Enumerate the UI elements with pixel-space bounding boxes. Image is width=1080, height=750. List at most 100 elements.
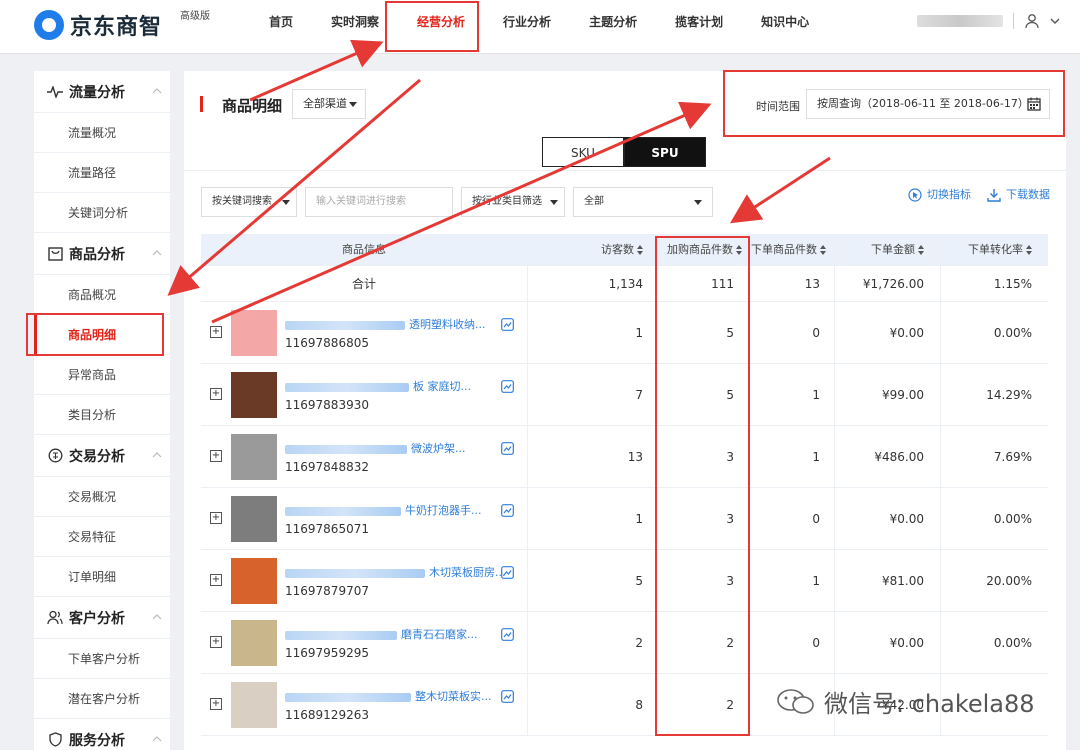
sort-icon[interactable] bbox=[1026, 245, 1032, 255]
expand-icon[interactable]: + bbox=[210, 698, 222, 710]
user-icon[interactable] bbox=[1024, 13, 1040, 29]
col-order-items[interactable]: 下单商品件数 bbox=[749, 234, 835, 265]
nav-customer-plan[interactable]: 揽客计划 bbox=[656, 0, 742, 44]
product-id: 11689129263 bbox=[285, 708, 369, 722]
trend-chart-icon[interactable] bbox=[501, 566, 514, 579]
annotation-box-cart-column bbox=[655, 236, 750, 736]
product-name-link[interactable]: 牛奶打泡器手... bbox=[285, 502, 482, 518]
visitors-cell: 2 bbox=[528, 612, 656, 673]
category-mode-select[interactable]: 按行业类目筛选 bbox=[461, 187, 565, 217]
spu-tab[interactable]: SPU bbox=[624, 137, 706, 167]
product-name-link[interactable]: 磨青石石磨家... bbox=[285, 626, 478, 642]
annotation-box-nav bbox=[385, 1, 479, 52]
product-info-cell: + 微波炉架... 11697848832 bbox=[201, 426, 528, 487]
expand-icon[interactable]: + bbox=[210, 326, 222, 338]
product-id: 11697959295 bbox=[285, 646, 369, 660]
product-id: 11697879707 bbox=[285, 584, 369, 598]
switch-metrics-button[interactable]: 切换指标 bbox=[908, 187, 971, 203]
top-navigation: 京东商智 高级版 首页 实时洞察 经营分析 行业分析 主题分析 揽客计划 知识中… bbox=[0, 0, 1080, 54]
product-name-link[interactable]: 整木切菜板实... bbox=[285, 688, 492, 704]
col-order-amount[interactable]: 下单金额 bbox=[835, 234, 941, 265]
wechat-watermark: 微信号: chakela88 bbox=[776, 684, 1035, 719]
sidebar-item-potential-customers[interactable]: 潜在客户分析 bbox=[34, 679, 170, 719]
sidebar-item-trade-overview[interactable]: 交易概况 bbox=[34, 477, 170, 517]
nav-knowledge[interactable]: 知识中心 bbox=[742, 0, 828, 44]
order-items-cell: 1 bbox=[749, 364, 835, 425]
sidebar-item-order-detail[interactable]: 订单明细 bbox=[34, 557, 170, 597]
product-thumbnail[interactable] bbox=[231, 372, 277, 418]
visitors-cell: 7 bbox=[528, 364, 656, 425]
keyword-mode-select[interactable]: 按关键词搜索 bbox=[201, 187, 297, 217]
product-thumbnail[interactable] bbox=[231, 496, 277, 542]
product-info-cell: + 板 家庭切... 11697883930 bbox=[201, 364, 528, 425]
table-row: + 透明塑料收纳... 11697886805 1 5 0 ¥0.00 0.00% bbox=[201, 302, 1048, 364]
table-tools: 切换指标 下载数据 bbox=[908, 187, 1050, 203]
trend-chart-icon[interactable] bbox=[501, 690, 514, 703]
caret-down-icon bbox=[282, 200, 290, 205]
product-info-cell: + 透明塑料收纳... 11697886805 bbox=[201, 302, 528, 363]
category-select[interactable]: 全部 bbox=[573, 187, 713, 217]
trend-chart-icon[interactable] bbox=[501, 380, 514, 393]
expand-icon[interactable]: + bbox=[210, 388, 222, 400]
chevron-up-icon bbox=[152, 614, 162, 620]
product-thumbnail[interactable] bbox=[231, 558, 277, 604]
expand-icon[interactable]: + bbox=[210, 512, 222, 524]
col-conversion-rate[interactable]: 下单转化率 bbox=[941, 234, 1048, 265]
annotation-box-time bbox=[723, 70, 1065, 137]
sidebar-item-traffic-overview[interactable]: 流量概况 bbox=[34, 113, 170, 153]
sku-tab[interactable]: SKU bbox=[542, 137, 624, 167]
product-name-link[interactable]: 透明塑料收纳... bbox=[285, 316, 486, 332]
nav-home[interactable]: 首页 bbox=[250, 0, 312, 44]
product-thumbnail[interactable] bbox=[231, 310, 277, 356]
sidebar-group-trade[interactable]: 交易分析 bbox=[34, 435, 170, 477]
nav-topic[interactable]: 主题分析 bbox=[570, 0, 656, 44]
sidebar-group-product[interactable]: 商品分析 bbox=[34, 233, 170, 275]
chevron-down-icon[interactable] bbox=[1050, 16, 1060, 26]
sidebar-group-service[interactable]: 服务分析 bbox=[34, 719, 170, 750]
conversion-rate-cell: 0.00% bbox=[993, 512, 1032, 526]
product-thumbnail[interactable] bbox=[231, 620, 277, 666]
chevron-up-icon bbox=[152, 250, 162, 256]
brand-logo[interactable]: 京东商智 bbox=[34, 9, 162, 41]
sidebar-item-keywords[interactable]: 关键词分析 bbox=[34, 193, 170, 233]
main-panel: 商品明细 全部渠道 时间范围 按周查询（2018-06-11 至 2018-06… bbox=[184, 71, 1066, 750]
order-amount-cell: ¥99.00 bbox=[835, 364, 941, 425]
product-name-link[interactable]: 板 家庭切... bbox=[285, 378, 471, 394]
sort-icon[interactable] bbox=[918, 245, 924, 255]
trend-chart-icon[interactable] bbox=[501, 628, 514, 641]
download-data-button[interactable]: 下载数据 bbox=[987, 187, 1050, 203]
sidebar-item-product-overview[interactable]: 商品概况 bbox=[34, 275, 170, 315]
expand-icon[interactable]: + bbox=[210, 636, 222, 648]
chevron-up-icon bbox=[152, 88, 162, 94]
sidebar: 流量分析 流量概况 流量路径 关键词分析 商品分析 商品概况 商品明细 异常商品… bbox=[34, 71, 170, 750]
sidebar-item-category[interactable]: 类目分析 bbox=[34, 395, 170, 435]
sort-icon[interactable] bbox=[637, 245, 643, 255]
expand-icon[interactable]: + bbox=[210, 574, 222, 586]
sidebar-group-traffic[interactable]: 流量分析 bbox=[34, 71, 170, 113]
expand-icon[interactable]: + bbox=[210, 450, 222, 462]
trend-chart-icon[interactable] bbox=[501, 442, 514, 455]
sidebar-item-traffic-path[interactable]: 流量路径 bbox=[34, 153, 170, 193]
table-header: 商品信息 访客数 加购商品件数 下单商品件数 下单金额 下单转化率 bbox=[201, 234, 1048, 266]
user-menu[interactable] bbox=[917, 13, 1060, 29]
sidebar-item-order-customers[interactable]: 下单客户分析 bbox=[34, 639, 170, 679]
product-name-link[interactable]: 木切菜板厨房... bbox=[285, 564, 506, 580]
sort-icon[interactable] bbox=[820, 245, 826, 255]
col-product-info: 商品信息 bbox=[201, 234, 528, 265]
sidebar-item-trade-features[interactable]: 交易特征 bbox=[34, 517, 170, 557]
nav-industry[interactable]: 行业分析 bbox=[484, 0, 570, 44]
cursor-icon bbox=[908, 188, 922, 202]
product-thumbnail[interactable] bbox=[231, 434, 277, 480]
col-visitors[interactable]: 访客数 bbox=[528, 234, 656, 265]
product-name-link[interactable]: 微波炉架... bbox=[285, 440, 466, 456]
product-thumbnail[interactable] bbox=[231, 682, 277, 728]
keyword-search-input[interactable]: 输入关键词进行搜索 bbox=[305, 187, 453, 217]
conversion-rate-cell: 7.69% bbox=[993, 450, 1032, 464]
conversion-rate-cell: 20.00% bbox=[986, 574, 1032, 588]
sidebar-item-abnormal-product[interactable]: 异常商品 bbox=[34, 355, 170, 395]
title-accent bbox=[200, 96, 203, 112]
channel-select[interactable]: 全部渠道 bbox=[292, 89, 366, 119]
trend-chart-icon[interactable] bbox=[501, 318, 514, 331]
sidebar-group-customer[interactable]: 客户分析 bbox=[34, 597, 170, 639]
trend-chart-icon[interactable] bbox=[501, 504, 514, 517]
